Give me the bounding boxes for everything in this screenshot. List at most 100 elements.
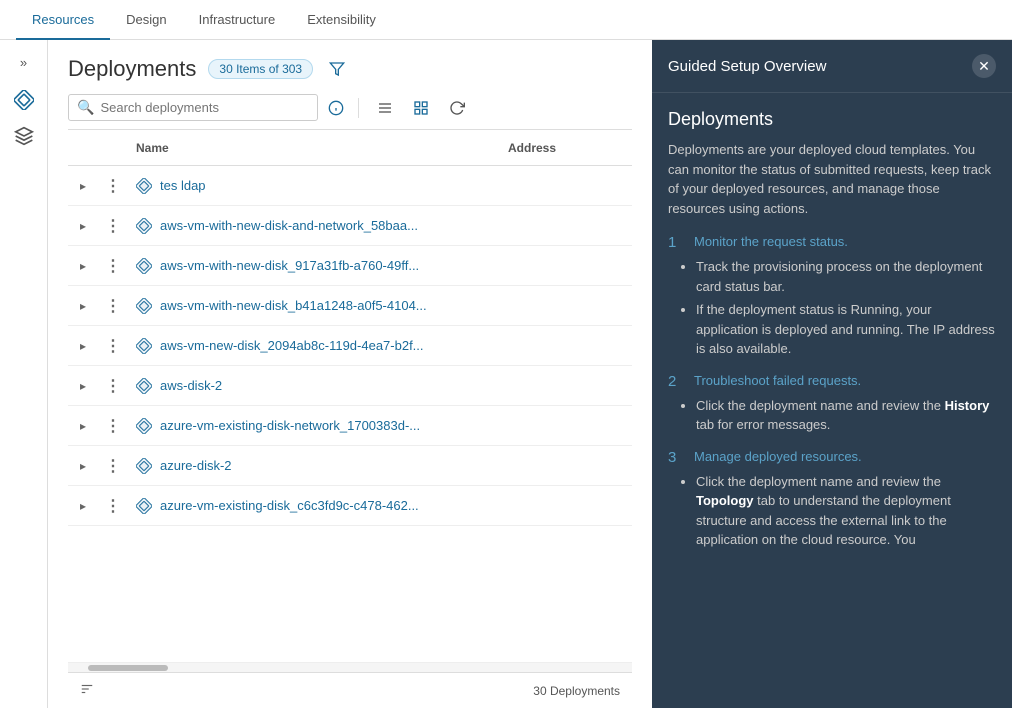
step-3-header: 3 Manage deployed resources. xyxy=(668,449,996,466)
row-expand-7[interactable]: ▸ xyxy=(68,459,98,473)
row-menu-8[interactable]: ⋮ xyxy=(98,496,128,516)
filter-button[interactable] xyxy=(325,59,349,79)
table-row: ▸ ⋮ aws-vm-with-new-disk_b41a1248-a0f5-4… xyxy=(68,286,632,326)
step-2-header: 2 Troubleshoot failed requests. xyxy=(668,373,996,390)
row-name-text-7: azure-disk-2 xyxy=(160,458,232,473)
th-address: Address xyxy=(500,141,620,155)
row-name-text-4: aws-vm-new-disk_2094ab8c-119d-4ea7-b2f..… xyxy=(160,338,424,353)
items-badge: 30 Items of 303 xyxy=(208,59,313,79)
h-scroll[interactable] xyxy=(68,662,632,672)
row-name-6[interactable]: azure-vm-existing-disk-network_1700383d-… xyxy=(128,418,512,434)
step-3-bullets: Click the deployment name and review the… xyxy=(668,472,996,550)
columns-adjust-icon xyxy=(80,682,94,696)
refresh-icon xyxy=(449,100,465,116)
nav-infrastructure[interactable]: Infrastructure xyxy=(183,0,292,40)
sidebar-toggle[interactable]: » xyxy=(8,48,40,76)
row-expand-5[interactable]: ▸ xyxy=(68,379,98,393)
box-icon xyxy=(14,126,34,146)
panel-body: Deployments Deployments are your deploye… xyxy=(652,93,1012,708)
row-name-text-8: azure-vm-existing-disk_c6c3fd9c-c478-462… xyxy=(160,498,419,513)
deployment-icon xyxy=(136,498,152,514)
page-header: Deployments 30 Items of 303 xyxy=(48,40,652,90)
deployment-icon xyxy=(136,378,152,394)
nav-extensibility[interactable]: Extensibility xyxy=(291,0,392,40)
table-row: ▸ ⋮ aws-vm-new-disk_2094ab8c-119d-4ea7-b… xyxy=(68,326,632,366)
panel-title: Guided Setup Overview xyxy=(668,58,826,75)
row-name-4[interactable]: aws-vm-new-disk_2094ab8c-119d-4ea7-b2f..… xyxy=(128,338,512,354)
filter-icon xyxy=(329,61,345,77)
row-name-7[interactable]: azure-disk-2 xyxy=(128,458,512,474)
nav-design[interactable]: Design xyxy=(110,0,182,40)
sidebar-item-box[interactable] xyxy=(8,120,40,152)
row-name-5[interactable]: aws-disk-2 xyxy=(128,378,512,394)
row-menu-1[interactable]: ⋮ xyxy=(98,216,128,236)
step-2-bullet-1: Click the deployment name and review the… xyxy=(696,396,996,435)
panel-close-button[interactable]: ✕ xyxy=(972,54,996,78)
step-3-title: Manage deployed resources. xyxy=(694,449,862,464)
table-row: ▸ ⋮ azure-disk-2 xyxy=(68,446,632,486)
panel-header: Guided Setup Overview ✕ xyxy=(652,40,1012,93)
columns-icon[interactable] xyxy=(80,682,94,699)
row-menu-2[interactable]: ⋮ xyxy=(98,256,128,276)
row-name-1[interactable]: aws-vm-with-new-disk-and-network_58baa..… xyxy=(128,218,512,234)
step-3-bullet-1: Click the deployment name and review the… xyxy=(696,472,996,550)
step-2: 2 Troubleshoot failed requests. Click th… xyxy=(668,373,996,435)
table-container: Name Address ▸ ⋮ tes ldap ▸ ⋮ aws-vm-wit… xyxy=(68,129,632,662)
refresh-button[interactable] xyxy=(443,96,471,120)
row-menu-3[interactable]: ⋮ xyxy=(98,296,128,316)
step-2-bullets: Click the deployment name and review the… xyxy=(668,396,996,435)
row-expand-1[interactable]: ▸ xyxy=(68,219,98,233)
row-name-text-1: aws-vm-with-new-disk-and-network_58baa..… xyxy=(160,218,418,233)
table-row: ▸ ⋮ azure-vm-existing-disk-network_17003… xyxy=(68,406,632,446)
search-input[interactable] xyxy=(100,100,309,115)
grid-view-button[interactable] xyxy=(407,96,435,120)
row-menu-5[interactable]: ⋮ xyxy=(98,376,128,396)
row-expand-3[interactable]: ▸ xyxy=(68,299,98,313)
footer-count: 30 Deployments xyxy=(533,684,620,698)
table-body[interactable]: ▸ ⋮ tes ldap ▸ ⋮ aws-vm-with-new-disk-an… xyxy=(68,166,632,662)
table-row: ▸ ⋮ aws-vm-with-new-disk-and-network_58b… xyxy=(68,206,632,246)
step-1-bullet-1: Track the provisioning process on the de… xyxy=(696,257,996,296)
row-menu-6[interactable]: ⋮ xyxy=(98,416,128,436)
row-name-3[interactable]: aws-vm-with-new-disk_b41a1248-a0f5-4104.… xyxy=(128,298,512,314)
step-2-num: 2 xyxy=(668,373,684,390)
deployment-icon xyxy=(136,218,152,234)
info-icon xyxy=(328,100,344,116)
table-header: Name Address xyxy=(68,130,632,166)
th-name: Name xyxy=(128,141,500,155)
content-area: Deployments 30 Items of 303 🔍 xyxy=(48,40,652,708)
sidebar-item-resources[interactable] xyxy=(8,84,40,116)
row-expand-4[interactable]: ▸ xyxy=(68,339,98,353)
row-name-text-6: azure-vm-existing-disk-network_1700383d-… xyxy=(160,418,420,433)
diamond-icon xyxy=(14,90,34,110)
row-expand-2[interactable]: ▸ xyxy=(68,259,98,273)
row-menu-4[interactable]: ⋮ xyxy=(98,336,128,356)
step-1: 1 Monitor the request status. Track the … xyxy=(668,234,996,359)
toolbar: 🔍 xyxy=(48,90,652,129)
row-expand-8[interactable]: ▸ xyxy=(68,499,98,513)
panel-section-title: Deployments xyxy=(668,109,996,130)
row-expand-0[interactable]: ▸ xyxy=(68,179,98,193)
nav-resources[interactable]: Resources xyxy=(16,0,110,40)
row-name-2[interactable]: aws-vm-with-new-disk_917a31fb-a760-49ff.… xyxy=(128,258,512,274)
row-menu-7[interactable]: ⋮ xyxy=(98,456,128,476)
table-row: ▸ ⋮ tes ldap xyxy=(68,166,632,206)
h-scroll-thumb xyxy=(88,665,168,671)
list-view-button[interactable] xyxy=(371,96,399,120)
row-name-text-2: aws-vm-with-new-disk_917a31fb-a760-49ff.… xyxy=(160,258,419,273)
chevron-right-icon: » xyxy=(20,55,27,70)
row-menu-0[interactable]: ⋮ xyxy=(98,176,128,196)
main-layout: » Deployments 30 Items of 303 xyxy=(0,40,1012,708)
row-name-8[interactable]: azure-vm-existing-disk_c6c3fd9c-c478-462… xyxy=(128,498,512,514)
info-button[interactable] xyxy=(326,98,346,118)
step-1-bullet-2: If the deployment status is Running, you… xyxy=(696,300,996,359)
step-1-title: Monitor the request status. xyxy=(694,234,848,249)
step-2-title: Troubleshoot failed requests. xyxy=(694,373,861,388)
step-3: 3 Manage deployed resources. Click the d… xyxy=(668,449,996,550)
row-name-0[interactable]: tes ldap xyxy=(128,178,512,194)
search-container: 🔍 xyxy=(68,94,318,121)
row-name-text-5: aws-disk-2 xyxy=(160,378,222,393)
guided-panel: Guided Setup Overview ✕ Deployments Depl… xyxy=(652,40,1012,708)
table-row: ▸ ⋮ aws-disk-2 xyxy=(68,366,632,406)
row-expand-6[interactable]: ▸ xyxy=(68,419,98,433)
